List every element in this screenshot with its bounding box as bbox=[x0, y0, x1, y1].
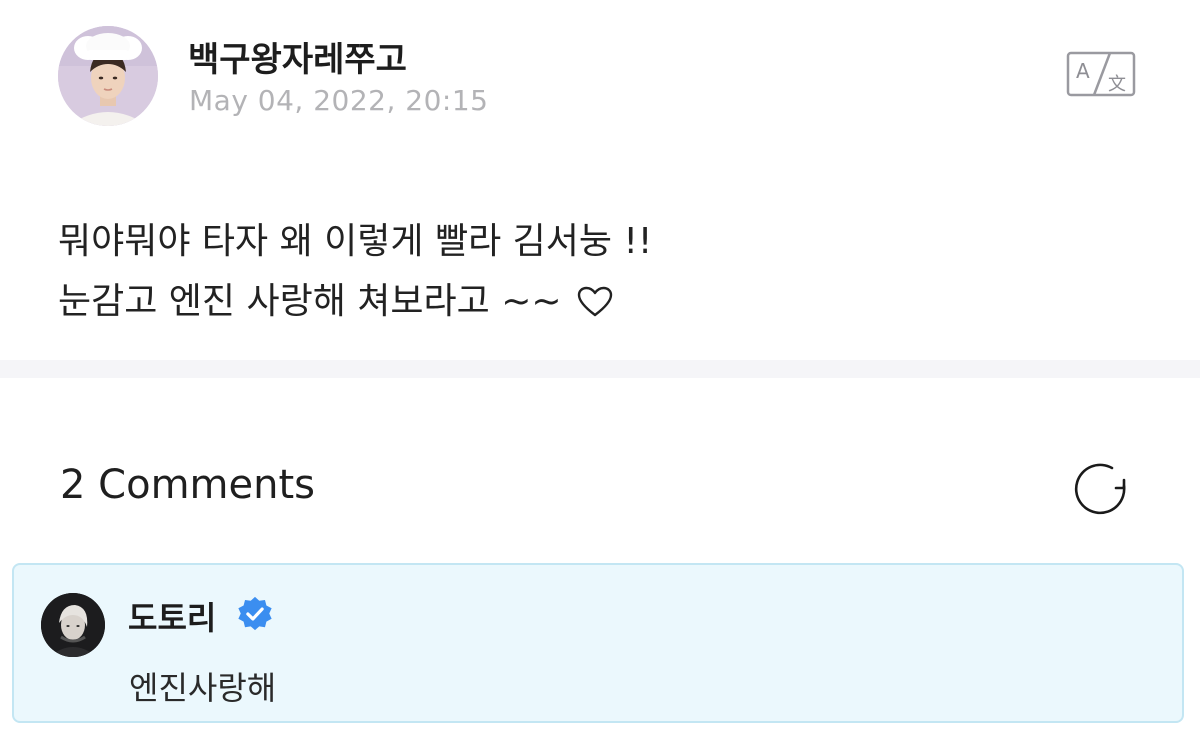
post-text-line: 뭐야뭐야 타자 왜 이렇게 빨라 김서눙 !! bbox=[58, 212, 1138, 272]
refresh-comments-button[interactable] bbox=[1072, 462, 1132, 518]
svg-text:A: A bbox=[1076, 59, 1090, 83]
translate-button[interactable]: A 文 bbox=[1066, 50, 1138, 100]
post-header: 백구왕자레쭈고 May 04, 2022, 20:15 A 文 bbox=[58, 26, 1158, 128]
section-divider bbox=[0, 360, 1200, 378]
post-text-line: 눈감고 엔진 사랑해 쳐보라고 ~~ bbox=[58, 272, 1138, 332]
comment-text: 엔진사랑해 bbox=[129, 669, 277, 707]
post-text: 뭐야뭐야 타자 왜 이렇게 빨라 김서눙 !! bbox=[58, 221, 653, 262]
translate-icon: A 文 bbox=[1066, 51, 1136, 97]
heart-outline-icon bbox=[577, 286, 613, 317]
avatar-image bbox=[41, 593, 105, 657]
svg-text:文: 文 bbox=[1108, 74, 1126, 95]
comment-author-avatar[interactable] bbox=[41, 593, 105, 657]
author-avatar[interactable] bbox=[58, 26, 158, 126]
post-text: 눈감고 엔진 사랑해 쳐보라고 ~~ bbox=[58, 281, 562, 322]
post-timestamp: May 04, 2022, 20:15 bbox=[189, 84, 489, 117]
comments-count-heading: 2 Comments bbox=[60, 462, 315, 508]
verified-badge-icon bbox=[238, 596, 272, 631]
post-author-name[interactable]: 백구왕자레쭈고 bbox=[188, 32, 407, 81]
avatar-image bbox=[58, 26, 158, 126]
refresh-icon bbox=[1074, 463, 1126, 515]
comment-card[interactable]: 도토리 엔진사랑해 bbox=[12, 563, 1184, 723]
comment-author-name[interactable]: 도토리 bbox=[128, 593, 216, 639]
post-body: 뭐야뭐야 타자 왜 이렇게 빨라 김서눙 !! 눈감고 엔진 사랑해 쳐보라고 … bbox=[58, 212, 1138, 332]
